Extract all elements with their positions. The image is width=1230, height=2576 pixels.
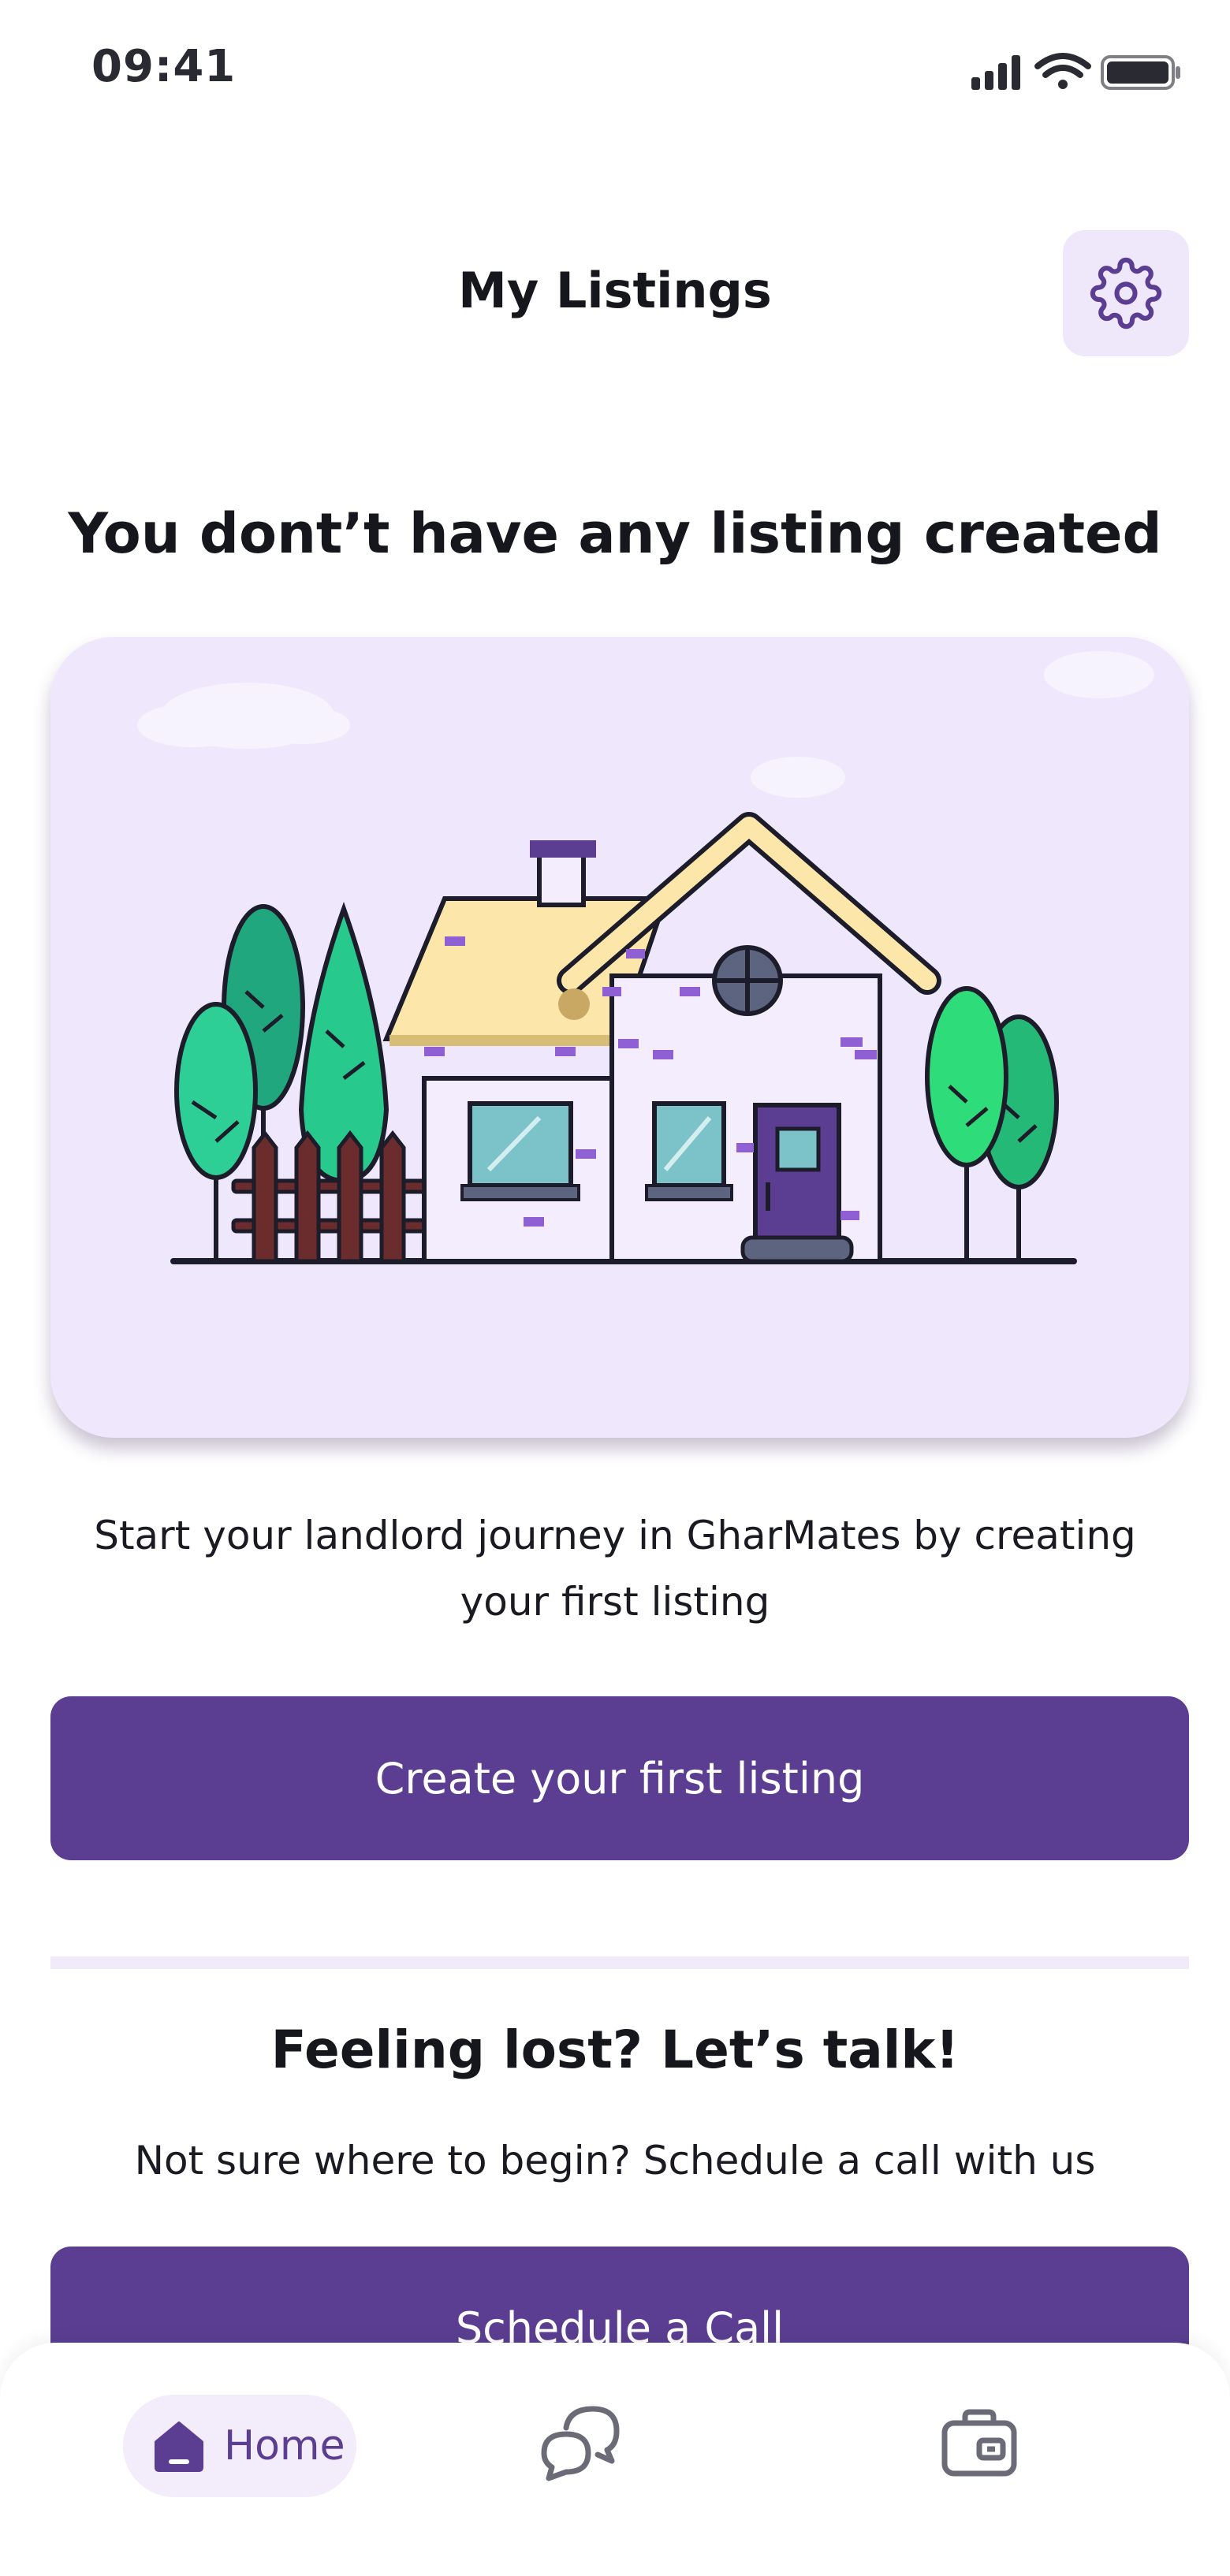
bottom-nav: Home	[0, 2343, 1230, 2576]
house-illustration	[50, 637, 1189, 1438]
nav-wallet[interactable]	[941, 2409, 1017, 2480]
gear-icon	[1090, 257, 1162, 329]
nav-home-label: Home	[224, 2422, 345, 2470]
wallet-icon	[941, 2409, 1017, 2477]
help-subtitle: Not sure where to begin? Schedule a call…	[134, 2138, 1096, 2183]
settings-button[interactable]	[1063, 230, 1189, 356]
battery-icon	[1101, 55, 1180, 90]
empty-state-title: You dont’t have any listing created	[68, 501, 1162, 566]
nav-home[interactable]: Home	[123, 2395, 356, 2497]
page-title: My Listings	[458, 262, 772, 319]
wifi-icon	[1034, 53, 1091, 89]
chat-icon	[541, 2406, 620, 2481]
status-icons	[971, 49, 1184, 96]
home-icon	[155, 2422, 203, 2472]
nav-chat[interactable]	[538, 2404, 623, 2486]
empty-state-description: Start your landlord journey in GharMates…	[94, 1513, 1136, 1625]
help-title: Feeling lost? Let’s talk!	[270, 2019, 960, 2080]
create-listing-button[interactable]: Create your first listing	[50, 1696, 1189, 1860]
status-bar: 09:41	[0, 0, 1230, 134]
section-divider	[50, 1956, 1189, 1969]
signal-icon	[971, 55, 1020, 90]
status-time: 09:41	[91, 41, 237, 92]
